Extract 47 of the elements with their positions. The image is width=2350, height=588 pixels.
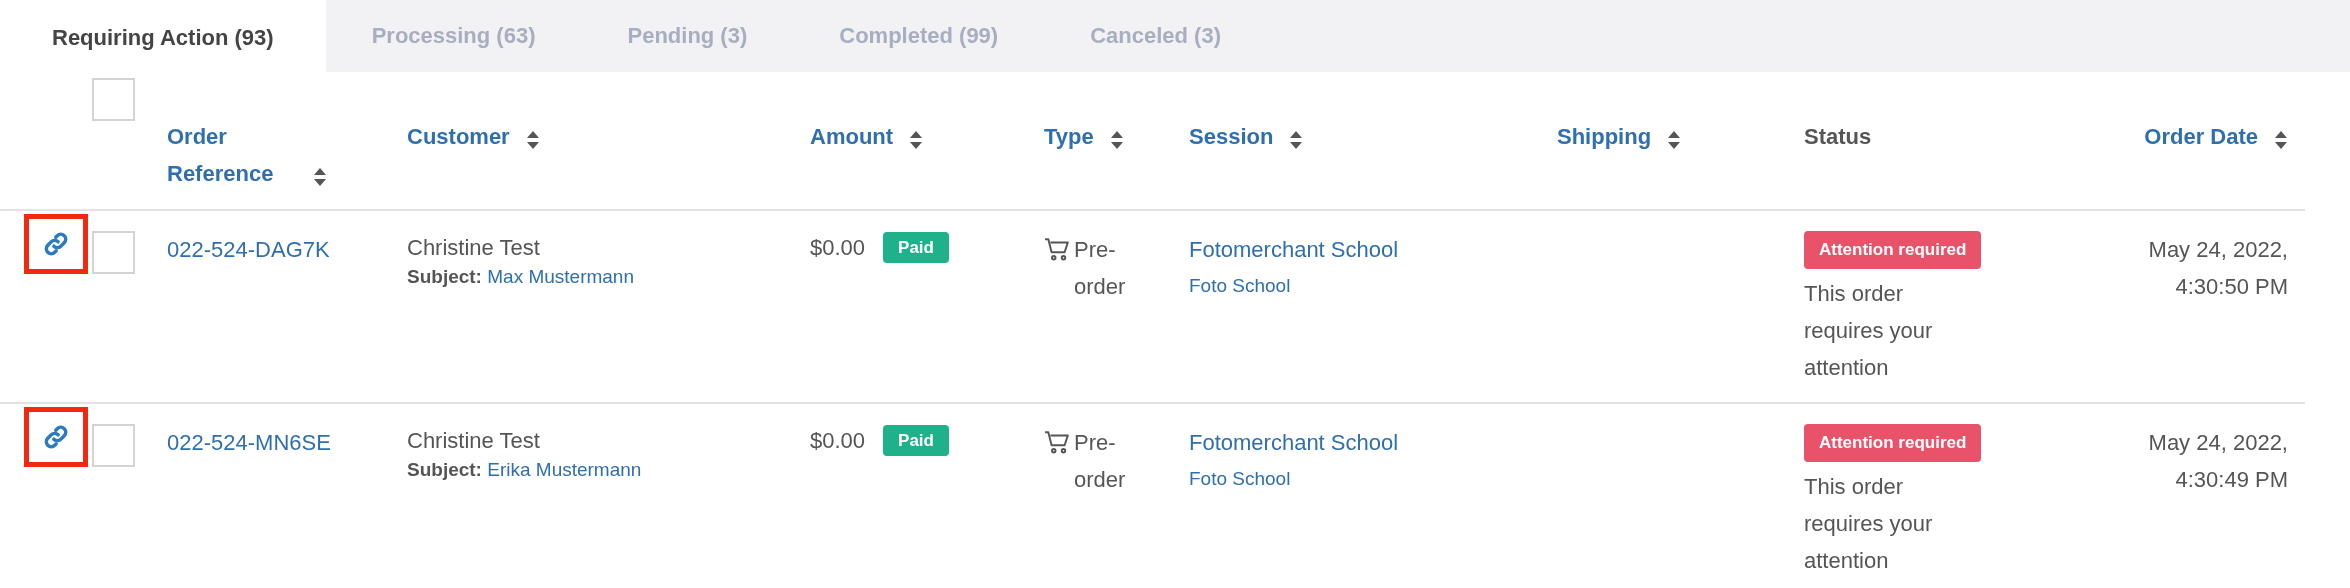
order-date: May 24, 2022, 4:30:50 PM xyxy=(2147,236,2288,301)
column-header: Status xyxy=(1804,124,1872,149)
checkbox[interactable] xyxy=(92,231,135,274)
link-icon[interactable] xyxy=(24,407,88,467)
subject-link[interactable]: Max Mustermann xyxy=(487,266,634,287)
sort-icon[interactable] xyxy=(909,130,924,151)
order-link[interactable]: 022-524-DAG7K xyxy=(167,237,330,262)
session-sub-link[interactable]: Foto School xyxy=(1189,468,1291,489)
order-type: Pre-order xyxy=(1074,429,1127,494)
checkbox[interactable] xyxy=(92,78,135,121)
status-note: This order requires your attention xyxy=(1804,279,1934,382)
amount-text: $0.00 xyxy=(810,428,866,453)
sort-icon[interactable] xyxy=(1109,130,1124,151)
payment-badge: Paid xyxy=(883,425,949,456)
cart-icon xyxy=(1044,236,1070,262)
status-badge: Attention required xyxy=(1804,424,1982,462)
column-header[interactable]: Type xyxy=(1044,124,1094,149)
tab[interactable]: Requiring Action (93) xyxy=(0,0,326,72)
column-header[interactable]: Order Reference xyxy=(167,118,297,192)
status-badge: Attention required xyxy=(1804,231,1982,269)
column-header[interactable]: Shipping xyxy=(1557,124,1652,149)
column-header[interactable]: Session xyxy=(1189,124,1274,149)
amount-text: $0.00 xyxy=(810,235,866,260)
sort-icon[interactable] xyxy=(1667,130,1682,151)
order-date: May 24, 2022, 4:30:49 PM xyxy=(2147,429,2288,494)
session-link[interactable]: Fotomerchant School xyxy=(1189,231,1557,268)
cart-icon xyxy=(1044,429,1070,455)
order-type: Pre-order xyxy=(1074,236,1127,301)
customer-name: Christine Test xyxy=(407,234,541,262)
column-header[interactable]: Amount xyxy=(810,124,894,149)
session-link[interactable]: Fotomerchant School xyxy=(1189,424,1557,461)
sort-icon[interactable] xyxy=(1289,130,1304,151)
sort-icon[interactable] xyxy=(313,167,327,188)
order-link[interactable]: 022-524-MN6SE xyxy=(167,430,331,455)
checkbox[interactable] xyxy=(92,424,135,467)
column-header[interactable]: Customer xyxy=(407,124,510,149)
payment-badge: Paid xyxy=(883,232,949,263)
session-sub-link[interactable]: Foto School xyxy=(1189,275,1291,296)
link-icon[interactable] xyxy=(24,214,88,274)
sort-icon[interactable] xyxy=(2274,130,2288,151)
subject-label: Subject: xyxy=(407,266,482,287)
status-note: This order requires your attention xyxy=(1804,472,1934,575)
column-header[interactable]: Order Date xyxy=(2144,124,2258,149)
customer-name: Christine Test xyxy=(407,427,541,455)
subject-link[interactable]: Erika Mustermann xyxy=(487,459,642,480)
subject-label: Subject: xyxy=(407,459,482,480)
sort-icon[interactable] xyxy=(525,130,540,151)
